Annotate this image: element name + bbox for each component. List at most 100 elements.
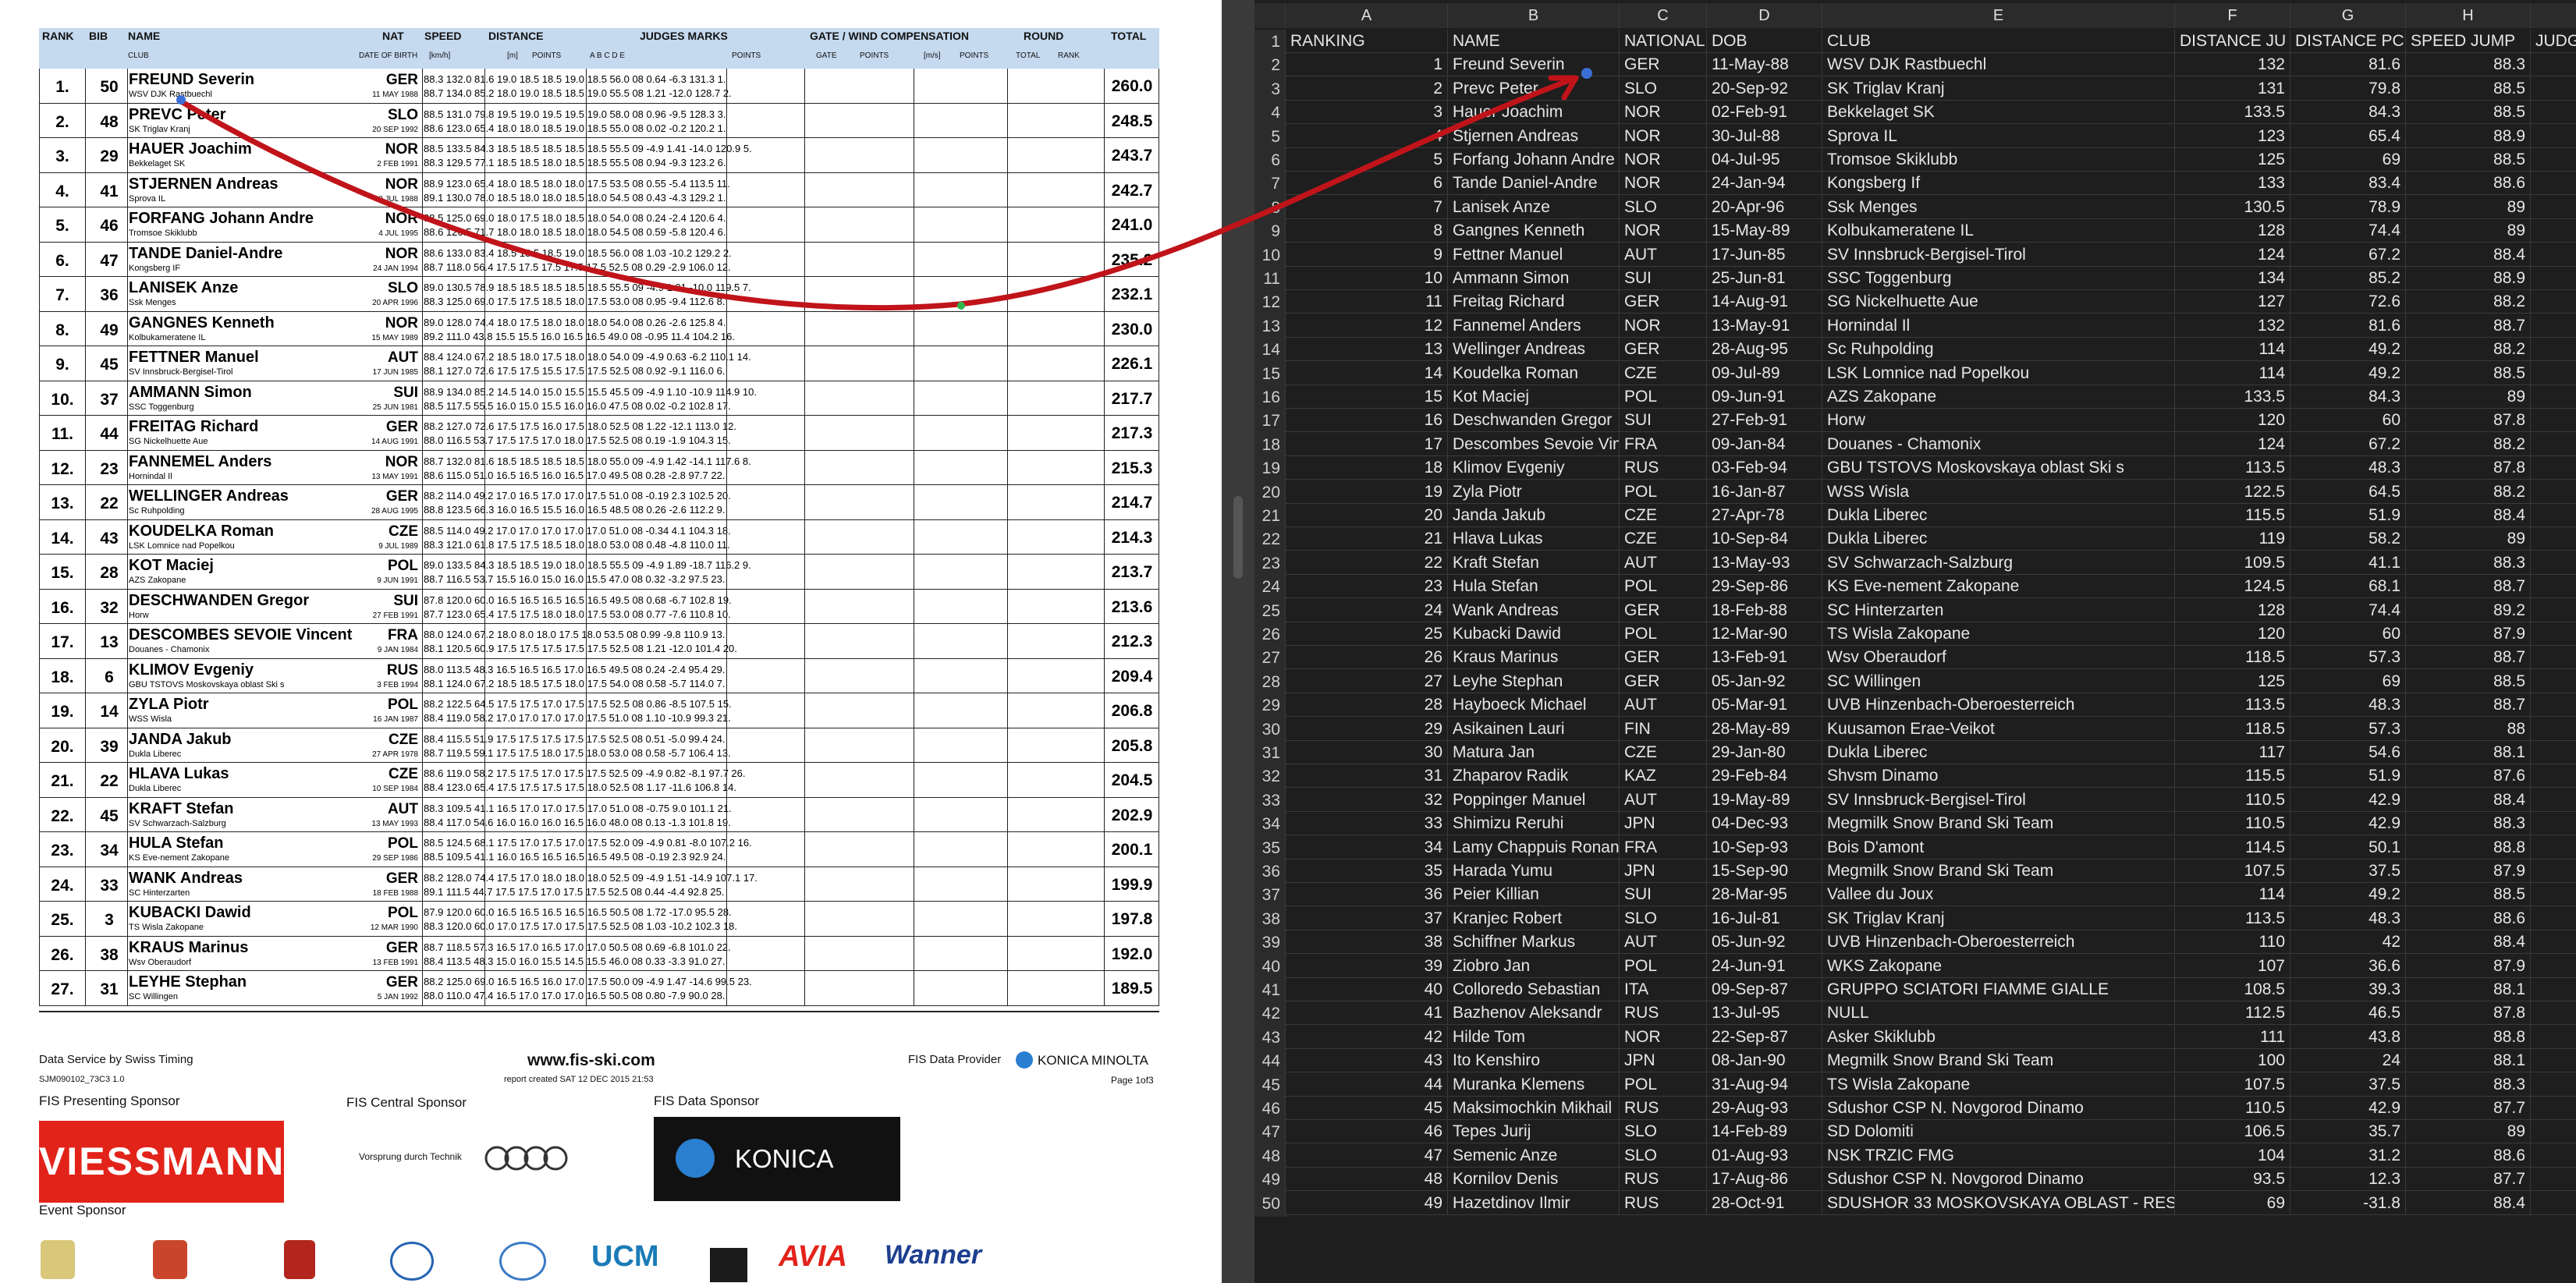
cell[interactable]: ITA [1620,978,1707,1001]
cell[interactable]: 89 [2406,527,2531,551]
cell[interactable]: SDUSHOR 33 MOSKOVSKAYA OBLAST - RES [1822,1191,2175,1215]
cell[interactable]: Wank Andreas [1448,598,1620,622]
row-header[interactable]: 15 [1254,361,1286,387]
cell[interactable]: 37.5 [2290,859,2406,883]
cell[interactable]: 88.5 [2406,101,2531,125]
cell[interactable]: 110.5 [2175,812,2290,836]
cell[interactable]: LSK Lomnice nad Popelkou [1822,361,2175,385]
column-header-h[interactable]: H [2406,3,2531,28]
cell[interactable]: Ziobro Jan [1448,954,1620,978]
cell[interactable]: 88.3 [2406,1072,2531,1097]
cell[interactable]: 1 [2531,955,2576,978]
cell[interactable]: 16. [2531,1097,2576,1120]
cell[interactable]: 43 [1286,1049,1448,1073]
row-header[interactable]: 20 [1254,480,1286,505]
cell[interactable]: Lanisek Anze [1448,195,1620,219]
cell[interactable]: 88.8 [2406,835,2531,859]
cell[interactable]: CZE [1620,504,1707,527]
cell[interactable]: 1 [2531,1120,2576,1143]
cell[interactable]: SV Innsbruck-Bergisel-Tirol [1822,788,2175,812]
column-header-c[interactable]: C [1620,3,1707,28]
cell[interactable]: 16. [2531,978,2576,1001]
cell[interactable]: 33 [1286,812,1448,836]
cell[interactable]: 46 [1286,1120,1448,1144]
cell[interactable]: 50.1 [2290,835,2406,859]
cell[interactable]: 19 [1286,480,1448,504]
cell[interactable]: 25-Jun-81 [1707,267,1822,290]
cell[interactable]: 1 [2531,101,2576,124]
cell[interactable]: SSC Toggenburg [1822,267,2175,290]
cell[interactable]: 41 [1286,1001,1448,1026]
cell[interactable]: 110.5 [2175,788,2290,812]
cell[interactable]: Kubacki Dawid [1448,622,1620,646]
cell[interactable]: 49.2 [2290,361,2406,385]
cell[interactable]: 8 [1286,219,1448,243]
cell[interactable]: 132 [2175,53,2290,77]
cell[interactable]: 113.5 [2175,906,2290,930]
cell[interactable]: 31 [1286,764,1448,789]
row-header[interactable]: 40 [1254,954,1286,980]
cell[interactable]: 29-Jan-80 [1707,741,1822,764]
cell[interactable]: AUT [1620,788,1707,812]
cell[interactable]: 74.4 [2290,598,2406,622]
cell[interactable]: Poppinger Manuel [1448,788,1620,812]
cell[interactable]: 36 [1286,883,1448,907]
cell[interactable]: 37 [1286,906,1448,930]
cell[interactable]: 18 [1286,456,1448,480]
cell[interactable]: NOR [1620,1025,1707,1049]
cell[interactable]: 16. [2531,859,2576,883]
cell[interactable]: 89 [2406,385,2531,409]
cell[interactable]: 133 [2175,172,2290,196]
cell[interactable]: 69 [2290,148,2406,172]
cell[interactable]: 18. [2531,385,2576,409]
cell[interactable]: Hauer Joachim [1448,101,1620,125]
cell[interactable]: 43.8 [2290,1025,2406,1049]
cell[interactable]: SPEED JUMP [2406,30,2531,53]
cell[interactable]: 1 [2531,741,2576,764]
cell[interactable]: AUT [1620,551,1707,575]
cell[interactable]: 78.9 [2290,195,2406,219]
cell[interactable]: 1 [2531,172,2576,195]
cell[interactable]: 17. [2531,527,2576,551]
cell[interactable]: 24-Jan-94 [1707,172,1822,196]
cell[interactable]: Wsv Oberaudorf [1822,646,2175,670]
cell[interactable]: 88.2 [2406,480,2531,504]
cell[interactable]: Harada Yumu [1448,859,1620,883]
cell[interactable]: Deschwanden Gregor [1448,409,1620,433]
cell[interactable]: 81.6 [2290,314,2406,338]
cell[interactable]: 48 [1286,1168,1448,1192]
cell[interactable]: 87.7 [2406,1168,2531,1192]
cell[interactable]: 09-Jul-89 [1707,361,1822,385]
cell[interactable]: RANKING [1286,30,1448,53]
cell[interactable]: CZE [1620,361,1707,385]
cell[interactable]: Asker Skiklubb [1822,1025,2175,1049]
row-header[interactable]: 29 [1254,693,1286,719]
cell[interactable]: 1 [2531,53,2576,76]
cell[interactable]: 89 [2406,1120,2531,1144]
cell[interactable]: 39.3 [2290,978,2406,1001]
row-header[interactable]: 5 [1254,124,1286,150]
cell[interactable]: Gangnes Kenneth [1448,219,1620,243]
cell[interactable]: 88.3 [2406,812,2531,836]
cell[interactable]: JPN [1620,1049,1707,1073]
cell[interactable]: 114.5 [2175,835,2290,859]
row-header[interactable]: 14 [1254,338,1286,363]
cell[interactable]: 110 [2175,930,2290,955]
cell[interactable]: Kraus Marinus [1448,646,1620,670]
cell[interactable]: 113.5 [2175,456,2290,480]
row-header[interactable]: 43 [1254,1025,1286,1051]
cell[interactable]: 39 [1286,954,1448,978]
cell[interactable]: SK Triglav Kranj [1822,76,2175,101]
cell[interactable]: 60 [2290,409,2406,433]
cell[interactable]: NOR [1620,172,1707,196]
cell[interactable]: WSV DJK Rastbuechl [1822,53,2175,77]
column-header-i[interactable]: I [2531,3,2576,28]
cell[interactable]: JPN [1620,859,1707,883]
row-header[interactable]: 28 [1254,669,1286,695]
cell[interactable]: 88.5 [2406,669,2531,693]
cell[interactable]: 88.5 [2406,76,2531,101]
cell[interactable]: AUT [1620,930,1707,955]
cell[interactable]: 1 [2531,907,2576,930]
cell[interactable]: Stjernen Andreas [1448,124,1620,148]
cell[interactable]: 112.5 [2175,1001,2290,1026]
